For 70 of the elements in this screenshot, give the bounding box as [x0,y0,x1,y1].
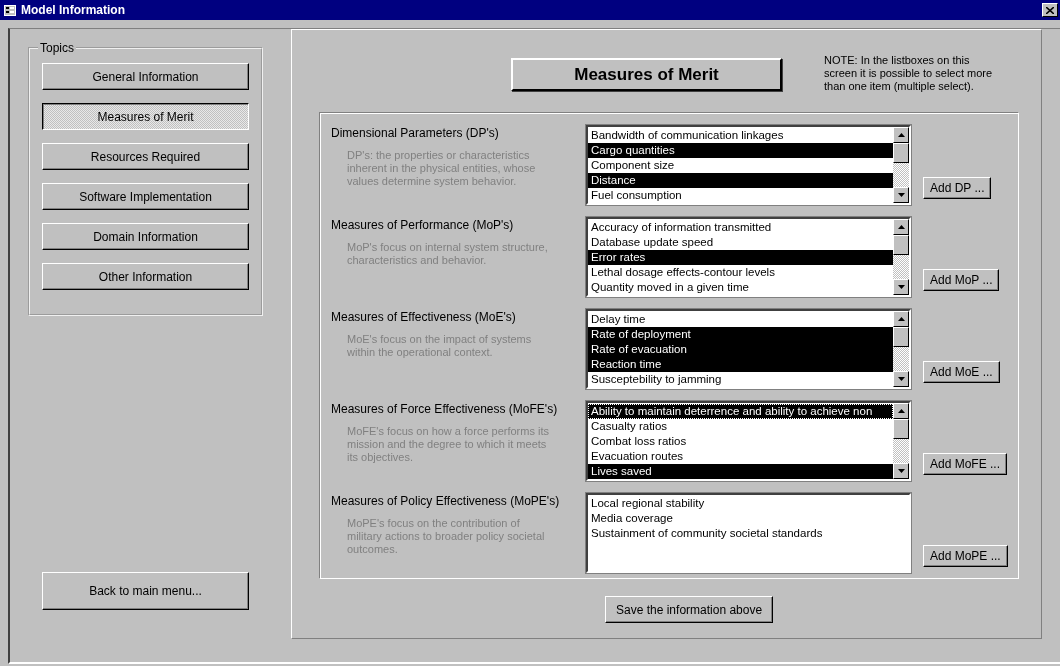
down-arrow-icon [897,193,905,197]
topic-button[interactable]: Measures of Merit [42,103,249,130]
section-description: MoE's focus on the impact of systems within the operational context. [347,333,533,359]
section-description: DP's: the properties or characteristics inherent in the physical entities, whose values determine system behavior. [347,149,537,188]
list-item[interactable]: Bandwidth of communication linkages [588,128,893,143]
topic-button[interactable]: Software Implementation [42,183,249,210]
list-item[interactable]: Error rates [588,250,893,265]
list-item[interactable]: Susceptebility to jamming [588,372,893,387]
list-item[interactable]: Media coverage [588,511,909,526]
add-button[interactable]: Add MoPE ... [923,545,1008,567]
window-title: Model Information [21,3,126,17]
scrollbar[interactable] [893,127,909,203]
list-item[interactable]: Local regional stability [588,496,909,511]
list-item[interactable]: Rate of evacuation [588,342,893,357]
scrollbar[interactable] [893,403,909,479]
topic-button[interactable]: Other Information [42,263,249,290]
section-label: Dimensional Parameters (DP's) [331,126,500,140]
list-item[interactable]: Distance [588,173,893,188]
topic-button[interactable]: General Information [42,63,249,90]
up-arrow-icon [897,225,905,229]
section-description: MoP's focus on internal system structure, characteristics and behavior. [347,241,549,267]
page-heading: Measures of Merit [511,58,782,91]
scrollbar[interactable] [893,311,909,387]
section-label: Measures of Performance (MoP's) [331,218,515,232]
list-box[interactable]: Ability to maintain deterrence and ability to achieve non Casualty ratios Combat loss ratios Evacuation routes Lives saved [586,401,911,481]
up-arrow-icon [897,133,905,137]
list-item[interactable]: Reaction time [588,357,893,372]
save-button[interactable]: Save the information above [605,596,774,623]
add-button[interactable]: Add MoE ... [923,361,1000,383]
add-button[interactable]: Add DP ... [923,177,992,199]
section-description: MoPE's focus on the contribution of military actions to broader policy societal outcomes. [347,517,546,556]
list-item[interactable]: Accuracy of information transmitted [588,220,893,235]
add-button[interactable]: Add MoP ... [923,269,1000,291]
section-label: Measures of Policy Effectiveness (MoPE's) [331,494,561,508]
list-item[interactable]: Quantity moved in a given time [588,280,893,295]
topic-button[interactable]: Resources Required [42,143,249,170]
list-item[interactable]: Evacuation routes [588,449,893,464]
list-item[interactable]: Casualty ratios [588,419,893,434]
list-item[interactable]: Database update speed [588,235,893,250]
down-arrow-icon [897,377,905,381]
list-item[interactable]: Lives saved [588,464,893,479]
section-label: Measures of Effectiveness (MoE's) [331,310,517,324]
group-title: Topics [39,41,75,55]
up-arrow-icon [897,409,905,413]
down-arrow-icon [897,285,905,289]
scrollbar[interactable] [893,219,909,295]
topic-button[interactable]: Domain Information [42,223,249,250]
list-item[interactable]: Component size [588,158,893,173]
list-box[interactable]: Delay time Rate of deployment Rate of evacuation Reaction time Susceptebility to jamming [586,309,911,389]
list-item[interactable]: Rate of deployment [588,327,893,342]
close-icon [1046,6,1054,14]
note-text: NOTE: In the listboxes on this screen it is possible to select more than one item (multiple select). [824,54,994,93]
down-arrow-icon [897,469,905,473]
close-button[interactable] [1042,3,1058,17]
list-item[interactable]: Combat loss ratios [588,434,893,449]
list-box[interactable]: Accuracy of information transmitted Database update speed Error rates Lethal dosage effects-contour levels Quantity moved in a given time [586,217,911,297]
add-button[interactable]: Add MoFE ... [923,453,1008,475]
list-item[interactable]: Cargo quantities [588,143,893,158]
list-item[interactable]: Sustainment of community societal standards [588,526,909,541]
list-item[interactable]: Ability to maintain deterrence and ability to achieve non [588,404,893,419]
list-item[interactable]: Delay time [588,312,893,327]
list-box[interactable]: Bandwidth of communication linkages Cargo quantities Component size Distance Fuel consumption [586,125,911,205]
form-icon [4,4,16,16]
list-item[interactable]: Lethal dosage effects-contour levels [588,265,893,280]
back-button[interactable]: Back to main menu... [42,572,249,610]
section-description: MoFE's focus on how a force performs its mission and the degree to which it meets its objectives. [347,425,550,464]
list-box[interactable]: Local regional stability Media coverage Sustainment of community societal standards [586,493,911,573]
list-item[interactable]: Fuel consumption [588,188,893,203]
section-label: Measures of Force Effectiveness (MoFE's) [331,402,559,416]
up-arrow-icon [897,317,905,321]
